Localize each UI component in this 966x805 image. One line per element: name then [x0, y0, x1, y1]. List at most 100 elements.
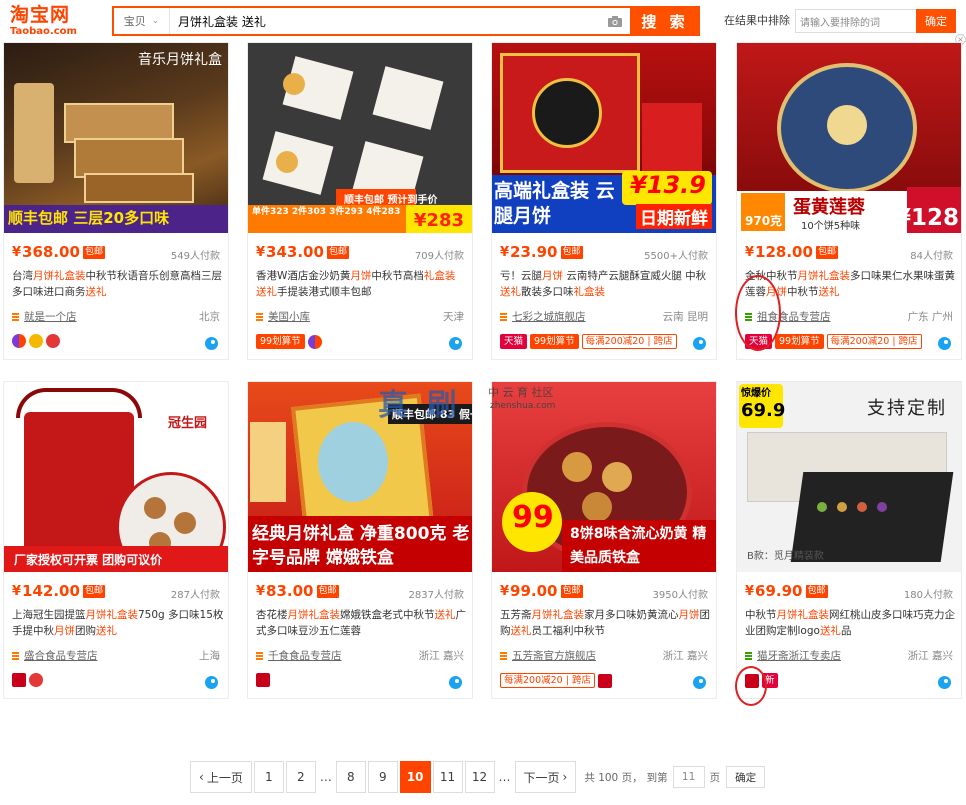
product-card[interactable]: 高端礼盒装 云腿月饼 ¥13.9 日期新鲜 ¥23.90 包邮 5500+人付款 … — [491, 42, 717, 360]
tmall-icon[interactable] — [598, 673, 612, 688]
shop-link[interactable]: 猫牙斋浙江专卖店 — [745, 648, 841, 663]
page-unit: 页 — [709, 771, 721, 784]
product-image[interactable]: 高端礼盒装 云腿月饼 ¥13.9 日期新鲜 — [492, 43, 716, 233]
flower-icon[interactable] — [29, 673, 43, 687]
overlay-price-text: 99 — [512, 500, 554, 535]
product-card[interactable]: 冠生园 厂家授权可开票 团购可议价 ¥142.00 包邮 287人付款 上海冠生园… — [3, 381, 229, 699]
shop-link[interactable]: 五芳斋官方旗舰店 — [500, 648, 596, 663]
gold-seller-icon[interactable] — [12, 334, 26, 348]
product-card[interactable]: 970克 蛋黄莲蓉 10个饼5种味 ¥128 ¥128.00 包邮 84人付款 金… — [735, 42, 962, 360]
next-page-button[interactable]: 下一页 › — [514, 761, 577, 793]
page-8[interactable]: 8 — [335, 761, 366, 793]
wangwang-chat-icon[interactable] — [449, 676, 462, 689]
product-image[interactable]: 970克 蛋黄莲蓉 10个饼5种味 ¥128 — [737, 43, 961, 233]
location: 云南 昆明 — [662, 311, 708, 323]
tmall-badge[interactable]: 天猫 — [500, 334, 528, 349]
badge-row: 天猫 99划算节 每满200减20 | 跨店 — [500, 334, 677, 349]
search-category-select[interactable]: 宝贝 ⌄ — [114, 8, 170, 34]
goto-page-input[interactable]: 11 — [672, 766, 705, 788]
page-1[interactable]: 1 — [253, 761, 284, 793]
wangwang-chat-icon[interactable] — [938, 337, 951, 350]
product-title[interactable]: 杏花楼月饼礼盒装嫦娥铁盒老式中秋节送礼广式多口味豆沙五仁莲蓉 — [256, 607, 468, 639]
shop-link[interactable]: 七彩之城旗舰店 — [500, 309, 586, 324]
shop-icon — [256, 651, 263, 660]
product-card[interactable]: 顺丰包邮 83 假一赔十 经典月饼礼盒 净重800克 老字号品牌 嫦娥铁盒 ¥8… — [247, 381, 473, 699]
price: ¥128.00 包邮 — [745, 243, 838, 261]
goto-confirm-button[interactable]: 确定 — [726, 766, 766, 788]
page-2[interactable]: 2 — [285, 761, 316, 793]
shop-link[interactable]: 美国小库 — [256, 309, 310, 324]
medal-icon[interactable] — [29, 334, 43, 348]
overlay-price-text: 69.9 — [741, 400, 786, 421]
search-button[interactable]: 搜 索 — [630, 6, 700, 36]
discount-badge[interactable]: 每满200减20 | 跨店 — [581, 334, 677, 349]
exclude-input[interactable]: 请输入要排除的词 — [795, 9, 917, 33]
gold-seller-icon[interactable] — [307, 334, 322, 349]
product-title[interactable]: 五芳斋月饼礼盒装家月多口味奶黄流心月饼团购送礼员工福利中秋节 — [500, 607, 712, 639]
badge-row: 99划算节 — [256, 334, 322, 349]
price: ¥99.00 包邮 — [500, 582, 583, 600]
product-title[interactable]: 中秋节月饼礼盒装网红桃山皮多口味巧克力企业团购定制logo送礼品 — [745, 607, 957, 639]
product-card[interactable]: 99 8饼8味含流心奶黄 精美品质铁盒 ¥99.00 包邮 3950人付款 五芳斋… — [491, 381, 717, 699]
page-info: 共 100 页， 到第 11 页 确定 — [584, 766, 766, 788]
discount-badge[interactable]: 每满200减20 | 跨店 — [500, 673, 595, 688]
flower-icon[interactable] — [46, 334, 60, 348]
sales-count: 3950人付款 — [652, 590, 708, 601]
price-value: 69.90 — [755, 582, 803, 600]
product-title[interactable]: 台湾月饼礼盒装中秋节秋语音乐创意高档三层多口味进口商务送礼 — [12, 268, 224, 300]
annotation-circle — [735, 275, 781, 351]
juhuasuan-badge[interactable]: 99划算节 — [256, 334, 305, 349]
product-image[interactable]: 顺丰包邮 预计到手价 单件323 2件303 3件293 4件283 ¥283 — [248, 43, 472, 233]
wangwang-chat-icon[interactable] — [693, 676, 706, 689]
taobao-logo[interactable]: 淘宝网 Taobao.com — [10, 4, 90, 38]
sales-count: 549人付款 — [170, 251, 220, 262]
chevron-down-icon: ⌄ — [151, 16, 160, 26]
exclude-confirm-button[interactable]: 确定 — [916, 9, 956, 33]
search-input[interactable]: 月饼礼盒装 送礼 — [170, 8, 600, 34]
shop-link[interactable]: 就是一个店 — [12, 309, 77, 324]
page-12[interactable]: 12 — [464, 761, 495, 793]
logo-cn: 淘宝网 — [10, 4, 71, 26]
price-value: 128.00 — [755, 243, 813, 261]
product-title[interactable]: 上海冠生园提篮月饼礼盒装750g 多口味15枚手提中秋月饼团购送礼 — [12, 607, 224, 639]
product-image[interactable]: 惊爆价 69.9 支持定制 B款：觅月精装款 — [737, 382, 961, 572]
shop-link[interactable]: 千食食品专营店 — [256, 648, 342, 663]
product-card[interactable]: 惊爆价 69.9 支持定制 B款：觅月精装款 ¥69.90 包邮 180人付款 中… — [735, 381, 962, 706]
wangwang-chat-icon[interactable] — [449, 337, 462, 350]
juhuasuan-badge[interactable]: 99划算节 — [775, 334, 824, 349]
watermark-sub: 中 云 育 社区 — [488, 386, 554, 399]
prev-page-button[interactable]: ‹ 上一页 — [190, 761, 252, 793]
discount-badge[interactable]: 每满200减20 | 跨店 — [826, 334, 922, 349]
product-card[interactable]: 顺丰包邮 预计到手价 单件323 2件303 3件293 4件283 ¥283 … — [247, 42, 473, 360]
product-title[interactable]: 香港W酒店金沙奶黄月饼中秋节高档礼盒装 送礼手提装港式顺丰包邮 — [256, 268, 468, 300]
product-image[interactable]: 冠生园 厂家授权可开票 团购可议价 — [4, 382, 228, 572]
product-card[interactable]: 音乐月饼礼盒 顺丰包邮 三层20多口味 ¥368.00 包邮 549人付款 台湾月… — [3, 42, 229, 360]
overlay-top-text: 音乐月饼礼盒 — [138, 52, 222, 68]
overlay-weight-text: 970克 — [745, 214, 783, 228]
price: ¥343.00 包邮 — [256, 243, 349, 261]
wangwang-chat-icon[interactable] — [205, 676, 218, 689]
page-11[interactable]: 11 — [432, 761, 463, 793]
sales-count: 84人付款 — [910, 251, 953, 262]
tmall-icon[interactable] — [256, 673, 270, 687]
shop-link[interactable]: 盛合食品专营店 — [12, 648, 98, 663]
wangwang-chat-icon[interactable] — [693, 337, 706, 350]
tmall-icon[interactable] — [12, 673, 26, 687]
ellipsis: … — [496, 761, 513, 793]
price-value: 83.00 — [266, 582, 314, 600]
wangwang-chat-icon[interactable] — [205, 337, 218, 350]
product-image[interactable]: 音乐月饼礼盒 顺丰包邮 三层20多口味 — [4, 43, 228, 233]
free-shipping-tag: 包邮 — [326, 245, 349, 259]
wangwang-chat-icon[interactable] — [938, 676, 951, 689]
location: 广东 广州 — [907, 311, 953, 323]
overlay-price-text: ¥128 — [894, 205, 959, 231]
product-title[interactable]: 亏！云腿月饼 云南特产云腿酥宣威火腿 中秋送礼散装多口味礼盒装 — [500, 268, 712, 300]
page-10-current[interactable]: 10 — [399, 761, 431, 793]
page-9[interactable]: 9 — [367, 761, 398, 793]
overlay-sub-text: 日期新鲜 — [636, 204, 712, 229]
shop-icon — [256, 312, 263, 321]
overlay-bottom-text: 单件323 2件303 3件293 4件283 — [252, 207, 401, 217]
camera-icon[interactable] — [600, 8, 630, 34]
juhuasuan-badge[interactable]: 99划算节 — [530, 334, 579, 349]
location: 浙江 嘉兴 — [662, 650, 708, 662]
